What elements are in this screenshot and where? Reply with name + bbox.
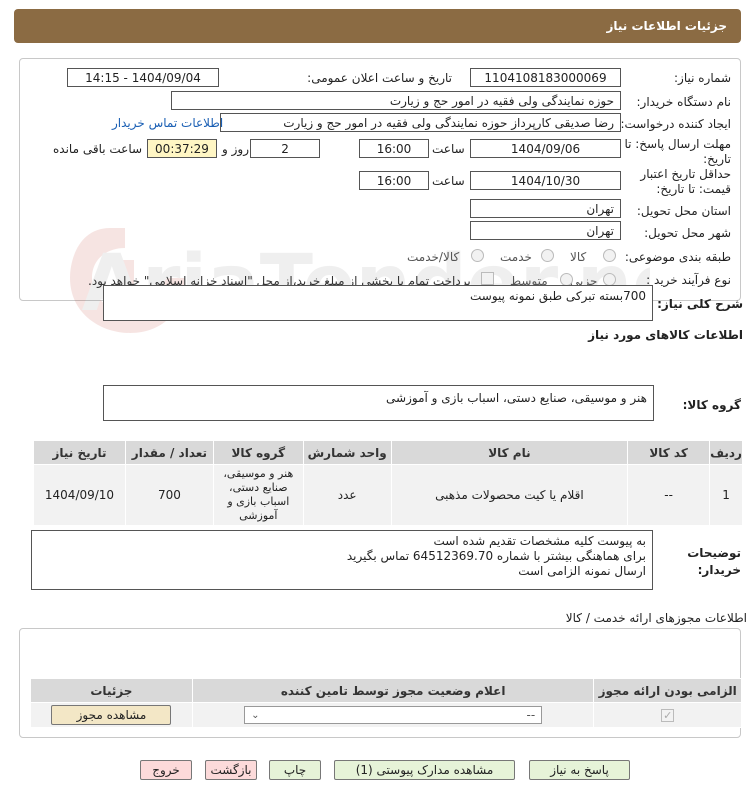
province-field: تهران (470, 199, 621, 218)
reply-button[interactable]: پاسخ به نیاز (529, 760, 630, 780)
need-number-field: 1104108183000069 (470, 68, 621, 87)
col-date: تاریخ نیاز (33, 440, 126, 465)
validity-label-line2: قیمت: تا تاریخ: (656, 182, 731, 196)
deadline-date-field: 1404/09/06 (470, 139, 621, 158)
deadline-label: مهلت ارسال پاسخ: تا (624, 137, 731, 151)
chevron-down-icon: ⌄ (251, 709, 260, 721)
cell-code: -- (627, 464, 711, 526)
cell-name: اقلام یا کیت محصولات مذهبی (390, 464, 629, 526)
validity-label: حداقل تاریخ اعتبار (640, 167, 731, 181)
validity-time-label: ساعت (432, 174, 465, 188)
col-group: گروه کالا (212, 440, 304, 465)
col-permit-details: جزئیات (30, 678, 193, 703)
deadline-time-field: 16:00 (359, 139, 429, 158)
col-row: ردیف (709, 440, 743, 465)
permit-required-cell (593, 702, 742, 728)
creator-label: ایجاد کننده درخواست: (620, 117, 731, 131)
print-button[interactable]: چاپ (269, 760, 321, 780)
permits-table-header: الزامی بودن ارائه مجوز اعلام وضعیت مجوز … (30, 678, 742, 703)
category-option-both: کالا/خدمت (407, 250, 460, 264)
creator-field: رضا صدیقی کارپرداز حوزه نمایندگی ولی فقی… (220, 113, 621, 132)
days-field: 2 (250, 139, 320, 158)
deadline-time-label: ساعت (432, 142, 465, 156)
buyer-note-line: به پیوست کلیه مشخصات تقدیم شده است (433, 534, 646, 548)
province-label: استان محل تحویل: (636, 204, 731, 218)
category-radio-service[interactable] (541, 249, 554, 262)
validity-time-field: 16:00 (359, 171, 429, 190)
goods-section-title: اطلاعات کالاهای مورد نیاز (588, 328, 743, 342)
permits-table: الزامی بودن ارائه مجوز اعلام وضعیت مجوز … (30, 678, 742, 728)
table-row: 1 -- اقلام یا کیت محصولات مذهبی عدد هنر … (33, 464, 743, 526)
back-button[interactable]: بازگشت (205, 760, 257, 780)
treasury-checkbox[interactable] (481, 272, 494, 285)
col-permit-required: الزامی بودن ارائه مجوز (593, 678, 742, 703)
view-attachments-button[interactable]: مشاهده مدارک پیوستی (1) (334, 760, 515, 780)
col-unit: واحد شمارش (302, 440, 392, 465)
process-label: نوع فرآیند خرید : (646, 273, 731, 287)
page-title: جزئیات اطلاعات نیاز (606, 19, 727, 33)
buyer-note-line: ارسال نمونه الزامی است (518, 564, 646, 578)
cell-group: هنر و موسیقی، صنایع دستی، اسباب بازی و آ… (212, 464, 304, 526)
buyer-note-line: برای هماهنگی بیشتر با شماره 64512369.70 … (346, 549, 646, 563)
page-header: جزئیات اطلاعات نیاز (14, 9, 741, 43)
announce-label: تاریخ و ساعت اعلان عمومی: (307, 71, 452, 85)
city-label: شهر محل تحویل: (644, 226, 731, 240)
goods-table-header: ردیف کد کالا نام کالا واحد شمارش گروه کا… (33, 440, 743, 465)
permit-status-cell: -- ⌄ (191, 702, 595, 728)
category-label: طبقه بندی موضوعی: (624, 250, 731, 264)
permits-title: اطلاعات مجوزهای ارائه خدمت / کالا (565, 611, 747, 625)
goods-table: ردیف کد کالا نام کالا واحد شمارش گروه کا… (33, 440, 743, 526)
category-radio-both[interactable] (471, 249, 484, 262)
col-qty: تعداد / مقدار (125, 440, 214, 465)
buyer-label: نام دستگاه خریدار: (636, 95, 732, 109)
validity-date-field: 1404/10/30 (470, 171, 621, 190)
category-option-service: خدمت (500, 250, 532, 264)
table-row: -- ⌄ مشاهده مجوز (30, 702, 742, 728)
buyer-field: حوزه نمایندگی ولی فقیه در امور حج و زیار… (171, 91, 621, 110)
buyer-notes-label-line2: خریدار: (697, 563, 741, 577)
remaining-time-field: 00:37:29 (147, 139, 217, 158)
announce-field: 1404/09/04 - 14:15 (67, 68, 219, 87)
buyer-contact-link[interactable]: اطلاعات تماس خریدار (112, 116, 223, 130)
goods-group-label: گروه کالا: (682, 398, 741, 412)
remaining-time-label: ساعت باقی مانده (53, 142, 143, 156)
cell-unit: عدد (302, 464, 392, 526)
category-radio-goods[interactable] (603, 249, 616, 262)
cell-row: 1 (709, 464, 743, 526)
deadline-label-line2: تاریخ: (703, 152, 731, 166)
permit-status-select[interactable]: -- ⌄ (244, 706, 543, 724)
summary-label: شرح کلی نیاز: (657, 297, 743, 311)
col-name: نام کالا (390, 440, 629, 465)
permit-status-value: -- (526, 708, 536, 722)
exit-button[interactable]: خروج (140, 760, 192, 780)
goods-group-field: هنر و موسیقی، صنایع دستی، اسباب بازی و آ… (103, 385, 654, 421)
buyer-notes-field: به پیوست کلیه مشخصات تقدیم شده است برای … (31, 530, 653, 590)
city-field: تهران (470, 221, 621, 240)
col-permit-status: اعلام وضعیت مجوز توسط تامین کننده (191, 678, 595, 703)
permit-required-checkbox (661, 709, 675, 722)
category-option-goods: کالا (570, 250, 587, 264)
need-number-label: شماره نیاز: (674, 71, 731, 85)
cell-date: 1404/09/10 (33, 464, 126, 526)
view-permit-button[interactable]: مشاهده مجوز (51, 705, 172, 725)
permit-details-cell: مشاهده مجوز (30, 702, 193, 728)
cell-qty: 700 (125, 464, 214, 526)
col-code: کد کالا (627, 440, 711, 465)
buyer-notes-label: توضیحات (687, 546, 741, 560)
summary-field: 700بسته تبرکی طبق نمونه پیوست (103, 285, 653, 321)
days-label: روز و (222, 142, 249, 156)
